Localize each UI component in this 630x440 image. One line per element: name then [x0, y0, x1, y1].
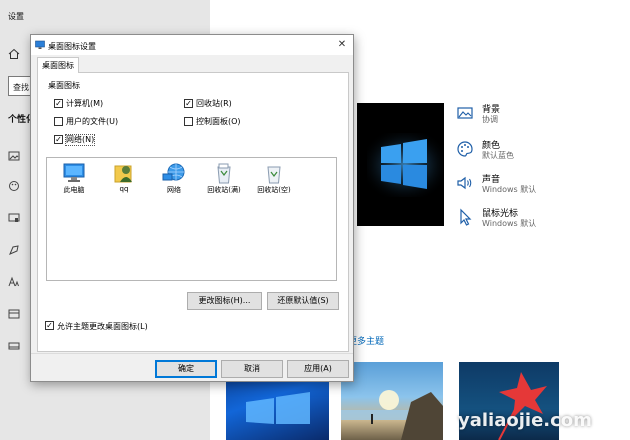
speaker-icon: [457, 176, 472, 190]
icon-item-this-pc[interactable]: 此电脑: [51, 162, 97, 200]
sounds-link[interactable]: 声音 Windows 默认: [456, 172, 576, 202]
footer-divider: [31, 353, 353, 354]
desktop-preview: [357, 103, 444, 226]
desktop-icon-list[interactable]: 此电脑 qq 网络 回收站(满) 回收站(空): [46, 157, 337, 281]
checkbox-computer-label: 计算机(M): [66, 99, 104, 108]
lock-screen-nav-icon[interactable]: [8, 212, 20, 224]
themes-nav-icon[interactable]: [8, 244, 20, 256]
desktop-icon-settings-dialog: 桌面图标设置 ✕ 桌面图标 桌面图标 ✓ 计算机(M) ✓ 回收站(R) 用户的…: [30, 34, 354, 382]
taskbar-nav-icon[interactable]: [8, 340, 20, 352]
windows-logo-icon: [367, 133, 443, 197]
site-watermark: yaliaojie.com: [458, 410, 592, 431]
checkbox-computer-box[interactable]: ✓: [54, 99, 63, 108]
cursor-icon: [460, 208, 472, 226]
checkbox-network-label: 网络(N): [64, 134, 96, 146]
checkbox-recycle-bin-box[interactable]: ✓: [184, 99, 193, 108]
beach-theme-art: [341, 390, 443, 440]
fonts-nav-icon[interactable]: [8, 276, 20, 288]
icon-item-qq[interactable]: qq: [101, 162, 147, 200]
icon-item-network[interactable]: 网络: [151, 162, 197, 200]
change-icon-button[interactable]: 更改图标(H)...: [187, 292, 262, 310]
tab-desktop-icons[interactable]: 桌面图标: [37, 57, 79, 73]
ok-button[interactable]: 确定: [155, 360, 217, 378]
background-link-sub: 协调: [482, 115, 498, 124]
dialog-title: 桌面图标设置: [48, 42, 96, 51]
checkbox-user-files-box[interactable]: [54, 117, 63, 126]
cancel-button[interactable]: 取消: [221, 360, 283, 378]
user-folder-icon: [114, 165, 132, 183]
desktop-settings-app-icon: [35, 40, 45, 49]
computer-icon: [63, 163, 85, 182]
network-icon: [162, 163, 185, 181]
colors-link-sub: 默认蓝色: [482, 151, 514, 160]
apply-button[interactable]: 应用(A): [287, 360, 349, 378]
icon-item-qq-label: qq: [119, 185, 129, 193]
checkbox-network-box[interactable]: ✓: [54, 135, 63, 144]
dialog-titlebar[interactable]: 桌面图标设置 ✕: [31, 35, 353, 55]
checkbox-control-panel-label: 控制面板(O): [196, 117, 241, 126]
background-link[interactable]: 背景 协调: [456, 102, 576, 132]
allow-themes-label: 允许主题更改桌面图标(L): [57, 322, 148, 331]
picture-icon: [457, 107, 473, 119]
desktop-icons-panel: 桌面图标 ✓ 计算机(M) ✓ 回收站(R) 用户的文件(U) 控制面板(O) …: [37, 72, 349, 352]
icon-item-recycle-empty-label: 回收站(空): [257, 186, 291, 194]
checkbox-recycle-bin-label: 回收站(R): [196, 99, 232, 108]
icon-item-recycle-full-label: 回收站(满): [207, 186, 241, 194]
settings-title: 设置: [8, 12, 24, 21]
checkbox-control-panel-box[interactable]: [184, 117, 193, 126]
colors-nav-icon[interactable]: [8, 180, 20, 192]
background-nav-icon[interactable]: [8, 150, 20, 162]
icon-item-this-pc-label: 此电脑: [63, 186, 85, 194]
mouse-cursor-link[interactable]: 鼠标光标 Windows 默认: [456, 206, 576, 236]
mouse-cursor-link-sub: Windows 默认: [482, 219, 537, 228]
icon-item-network-label: 网络: [167, 186, 181, 194]
sounds-link-sub: Windows 默认: [482, 185, 537, 194]
theme-thumbnail-beach[interactable]: [341, 362, 443, 440]
start-nav-icon[interactable]: [8, 308, 20, 320]
palette-icon: [457, 141, 473, 157]
allow-themes-checkbox-box[interactable]: ✓: [45, 321, 54, 330]
home-icon[interactable]: [8, 48, 20, 60]
close-icon[interactable]: ✕: [335, 38, 349, 52]
recycle-bin-empty-icon: [267, 166, 281, 184]
checkbox-user-files-label: 用户的文件(U): [66, 117, 119, 126]
icon-item-recycle-full[interactable]: 回收站(满): [201, 162, 247, 200]
icon-item-recycle-empty[interactable]: 回收站(空): [251, 162, 297, 200]
desktop-icons-group-label: 桌面图标: [48, 81, 80, 90]
colors-link[interactable]: 颜色 默认蓝色: [456, 138, 576, 168]
recycle-bin-full-icon: [217, 163, 231, 184]
restore-default-button[interactable]: 还原默认值(S): [267, 292, 339, 310]
